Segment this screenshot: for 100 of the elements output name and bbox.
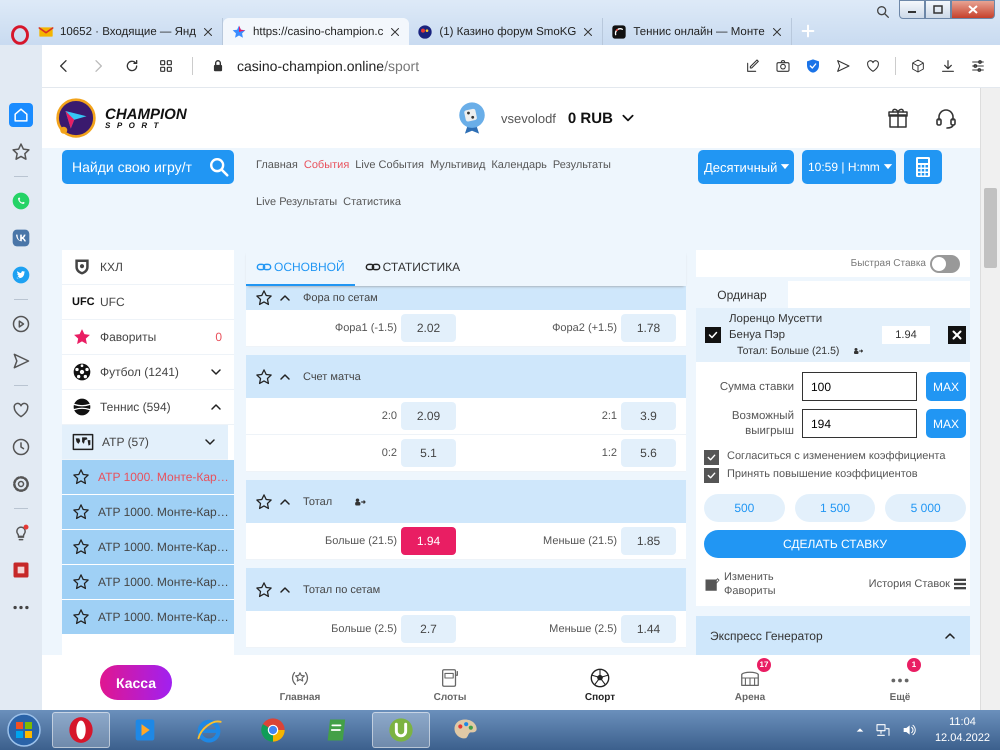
star-icon[interactable] <box>255 492 273 510</box>
search-field[interactable]: Найди свою игру/т <box>72 159 208 175</box>
clock[interactable]: 11:04 12.04.2022 <box>934 714 990 746</box>
browser-tab[interactable]: https://casino-champion.c <box>222 18 410 45</box>
edit-favorites-link[interactable]: Изменить Фавориты <box>724 570 794 598</box>
nav-link[interactable]: Календарь <box>491 159 547 171</box>
taskbar-button[interactable] <box>52 712 110 748</box>
headset-icon[interactable] <box>934 106 958 130</box>
star-icon[interactable] <box>72 573 90 591</box>
star-icon[interactable] <box>255 580 273 598</box>
star-icon[interactable] <box>255 289 273 307</box>
odds-button[interactable]: 1.78 <box>621 314 676 342</box>
odds-button[interactable]: 2.02 <box>401 314 456 342</box>
star-icon[interactable] <box>72 468 90 486</box>
scrollbar-thumb[interactable] <box>984 188 997 268</box>
market-tab[interactable]: СТАТИСТИКА <box>354 250 470 286</box>
nav-link[interactable]: Результаты <box>552 159 611 171</box>
star-icon[interactable] <box>255 368 273 386</box>
tournament-item[interactable]: ATP 1000. Монте-Кар… <box>62 600 234 635</box>
quick-bet-label: Быстрая Ставка <box>850 258 926 270</box>
single-bet-tab[interactable]: Ординар <box>696 281 788 308</box>
amount-field[interactable]: 100 <box>802 372 917 402</box>
slot-machine-icon <box>439 666 461 688</box>
market-header[interactable]: Счет матча <box>246 355 686 398</box>
opera-logo-icon[interactable] <box>10 25 30 45</box>
nav-link[interactable]: Live Результаты <box>256 196 338 208</box>
odds-button[interactable]: 2.09 <box>401 402 456 430</box>
balance-dropdown[interactable]: 0 RUB <box>568 110 635 126</box>
tournament-item[interactable]: ATP 1000. Монте-Кар… <box>62 565 234 600</box>
download-icon[interactable] <box>940 58 956 74</box>
option-checkbox[interactable] <box>704 450 719 466</box>
odds-button[interactable]: 5.1 <box>401 439 456 467</box>
logo-text: CHAMPION SPORT <box>105 106 187 130</box>
bottom-nav-item[interactable]: Слоты <box>375 662 525 704</box>
bottom-nav-item[interactable]: Спорт <box>525 662 675 704</box>
option-checkbox[interactable] <box>704 468 719 484</box>
sport-item[interactable]: UFC UFC <box>62 285 234 320</box>
market-header[interactable]: Фора по сетам <box>246 286 686 310</box>
amount-field[interactable]: 194 <box>802 409 917 438</box>
gift-icon[interactable] <box>886 106 910 130</box>
odds-button[interactable]: 2.7 <box>401 615 456 643</box>
reload-icon[interactable] <box>124 58 140 74</box>
maximize-button[interactable] <box>925 0 951 19</box>
bet-checkbox[interactable] <box>705 327 721 344</box>
address-field[interactable]: casino-champion.online/sport <box>237 58 420 74</box>
odds-button[interactable]: 3.9 <box>621 402 676 430</box>
sport-item[interactable]: Фавориты 0 <box>62 320 234 355</box>
grid-icon[interactable] <box>158 58 174 74</box>
sport-item[interactable]: Футбол (1241) <box>62 355 234 390</box>
settings-icon[interactable] <box>970 58 986 74</box>
heart-icon[interactable] <box>865 58 881 74</box>
odds-button[interactable]: 5.6 <box>621 439 676 467</box>
calculator-button[interactable] <box>904 150 942 184</box>
nav-link[interactable]: Live События <box>355 159 424 171</box>
star-icon[interactable] <box>72 538 90 556</box>
nav-link[interactable]: Главная <box>256 159 298 171</box>
vk-icon <box>11 228 31 248</box>
nav-link[interactable]: Статистика <box>343 196 401 208</box>
market-header[interactable]: Тотал <box>246 480 686 523</box>
torrent-icon <box>387 716 415 744</box>
star-icon[interactable] <box>72 503 90 521</box>
nav-link[interactable]: Мультивид <box>430 159 486 171</box>
odds-button[interactable]: 1.85 <box>621 527 676 555</box>
search-icon[interactable] <box>875 4 891 20</box>
camera-icon[interactable] <box>775 58 791 74</box>
close-button[interactable] <box>951 0 995 19</box>
star-icon[interactable] <box>72 608 90 626</box>
outcome-label: Меньше (2.5) <box>549 623 617 635</box>
bet-market: Тотал: Больше (21.5) <box>737 345 840 358</box>
sport-item[interactable]: ATP (57) <box>62 425 228 460</box>
close-icon[interactable] <box>389 26 402 38</box>
cube-icon[interactable] <box>910 58 926 74</box>
sport-item[interactable]: КХЛ <box>62 250 234 285</box>
shield-icon[interactable] <box>805 58 821 74</box>
market-header[interactable]: Тотал по сетам <box>246 568 686 611</box>
volume-icon[interactable] <box>900 722 917 738</box>
odds-button[interactable]: 1.44 <box>621 615 676 643</box>
remove-bet-button[interactable] <box>948 326 966 344</box>
close-icon[interactable] <box>582 26 594 38</box>
close-icon[interactable] <box>770 26 783 38</box>
odds-button[interactable]: 1.94 <box>401 527 456 555</box>
bottom-nav-item[interactable]: Главная <box>225 662 375 704</box>
taskbar-button[interactable] <box>372 712 430 748</box>
cashier-button[interactable]: Касса <box>100 665 172 700</box>
tournament-item[interactable]: ATP 1000. Монте-Кар… <box>62 530 234 565</box>
minimize-button[interactable] <box>899 0 925 19</box>
express-generator-header[interactable]: Экспресс Генератор <box>696 616 970 655</box>
soccer-ball-icon <box>72 362 92 382</box>
search-bar[interactable]: Найди свою игру/т <box>62 150 234 184</box>
start-button[interactable] <box>6 712 42 748</box>
send-icon[interactable] <box>835 58 851 74</box>
menu-icon[interactable] <box>952 576 968 592</box>
scrollbar[interactable] <box>980 88 1000 710</box>
home-button[interactable] <box>9 103 33 127</box>
bet-history-link[interactable]: История Ставок <box>868 578 950 590</box>
tournament-item[interactable]: ATP 1000. Монте-Кар… <box>62 495 234 530</box>
close-icon[interactable] <box>202 26 214 38</box>
quick-bet-toggle[interactable] <box>930 254 960 273</box>
network-icon[interactable] <box>874 722 891 738</box>
edit-icon[interactable] <box>745 58 761 74</box>
